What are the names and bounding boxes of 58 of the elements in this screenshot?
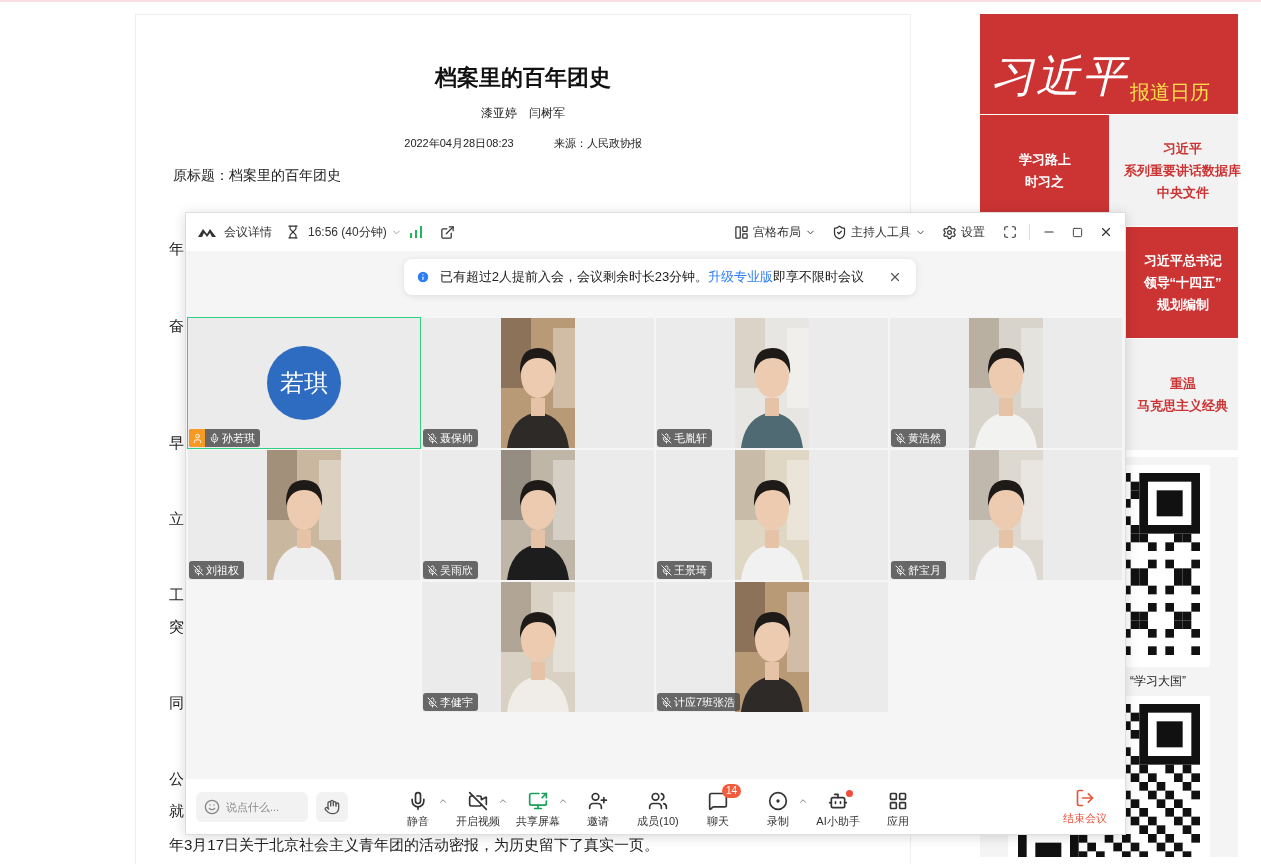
article-subtitle: 原标题：档案里的百年团史 xyxy=(173,166,342,185)
tile-text: 学习路上 xyxy=(1018,150,1071,169)
tile-text: 规划编制 xyxy=(1156,295,1209,314)
article-title: 档案里的百年团史 xyxy=(433,64,612,92)
toolbar-button[interactable]: 录制 xyxy=(748,784,808,829)
toolbar-button[interactable]: 邀请 xyxy=(568,784,628,829)
banner-logo: 习近平 xyxy=(990,49,1128,103)
tile-text: 习近平总书记 xyxy=(1143,251,1222,270)
tile-text: 习近平 xyxy=(1163,139,1202,158)
article-text: 突 xyxy=(169,617,184,637)
article-text: 早 xyxy=(169,433,184,453)
article-text: 立 xyxy=(169,509,184,529)
qr-caption: “学习大国” xyxy=(1129,673,1187,690)
tile-text: 重温 xyxy=(1169,374,1196,393)
end-meeting-button[interactable]: 结束会议 xyxy=(1063,787,1115,826)
tile-text: 时习之 xyxy=(1025,172,1064,191)
participant-name: 王景琦 xyxy=(673,562,708,578)
article-text: 工 xyxy=(169,585,184,605)
article-source: 来源：人民政协报 xyxy=(553,136,642,151)
unread-badge: 14 xyxy=(722,784,742,798)
participant-name: 孙若琪 xyxy=(221,430,256,446)
toolbar-button[interactable]: 成员(10) xyxy=(628,784,688,829)
notice-text: 已有超过2人提前入会，会议剩余时长23分钟。升级专业版即享不限时会议 xyxy=(439,268,865,286)
toolbar-button[interactable]: 应用 xyxy=(868,784,928,829)
toolbar-button[interactable]: 共享屏幕 xyxy=(508,784,568,829)
settings-button[interactable]: 设置 xyxy=(942,223,985,241)
tile-text: 中央文件 xyxy=(1156,183,1209,202)
meeting-details-button[interactable]: 会议详情 xyxy=(224,223,272,241)
tile-text: 马克思主义经典 xyxy=(1137,396,1228,415)
participant-name: 舒宝月 xyxy=(907,562,942,578)
participant-name: 聂保帅 xyxy=(439,430,474,446)
article-text: 就 xyxy=(169,801,184,821)
host-tools-button[interactable]: 主持人工具 xyxy=(832,223,926,241)
participant-name: 吴雨欣 xyxy=(439,562,474,578)
participant-name: 刘祖权 xyxy=(205,562,240,578)
layout-button[interactable]: 宫格布局 xyxy=(734,223,816,241)
toolbar-button[interactable]: 开启视频 xyxy=(448,784,508,829)
article-text: 公 xyxy=(169,769,184,789)
upgrade-link[interactable]: 升级专业版 xyxy=(708,269,774,284)
article-date: 2022年04月28日08:23 xyxy=(404,136,514,151)
participant-name: 黄浩然 xyxy=(907,430,942,446)
article-text: 年 xyxy=(169,239,184,259)
participant-name: 李健宇 xyxy=(439,694,474,710)
avatar: 若琪 xyxy=(267,346,341,420)
toolbar-button[interactable]: 静音 xyxy=(388,784,448,829)
participant-name: 毛胤轩 xyxy=(673,430,708,446)
toolbar-button[interactable]: AI小助手 xyxy=(808,784,868,829)
article-authors: 漆亚婷 闫树军 xyxy=(480,105,566,122)
article-text: 同 xyxy=(169,693,184,713)
article-text: 奋 xyxy=(169,316,184,336)
article-text: 年3月17日关于北京社会主义青年团的活动密报，为历史留下了真实一页。 xyxy=(169,835,660,855)
toolbar-button[interactable]: 聊天 14 xyxy=(688,784,748,829)
timer-button[interactable]: 16:56 (40分钟) xyxy=(308,223,402,241)
tile-text: 领导“十四五” xyxy=(1143,273,1222,292)
tile-text: 系列重要讲话数据库 xyxy=(1124,161,1241,180)
chat-field[interactable]: 说点什么... xyxy=(196,791,308,822)
banner-caption: 报道日历 xyxy=(1130,80,1210,105)
participant-name: 计应7班张浩 xyxy=(673,694,737,710)
